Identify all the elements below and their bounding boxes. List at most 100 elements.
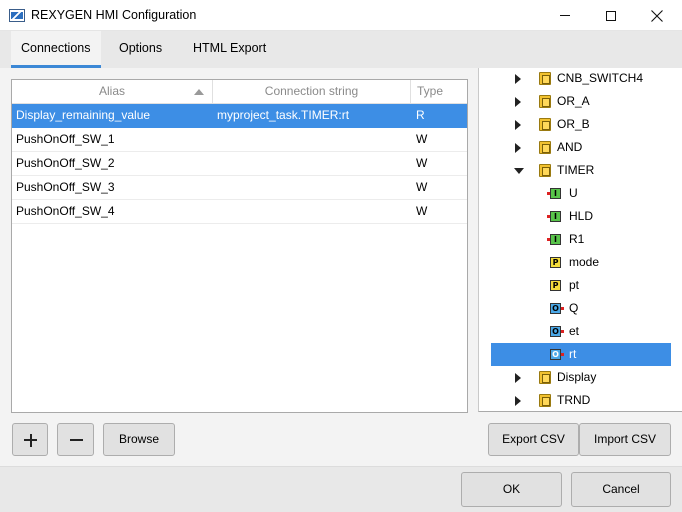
input-pin-icon: I (547, 234, 561, 245)
tab-html-export[interactable]: HTML Export (183, 31, 276, 68)
tab-options[interactable]: Options (109, 31, 172, 68)
sort-ascending-icon (194, 89, 204, 95)
tree-item[interactable]: OR_A (491, 90, 671, 113)
expand-arrow-icon[interactable] (515, 74, 521, 84)
close-button[interactable] (634, 0, 680, 31)
tree-item[interactable]: I R1 (491, 228, 671, 251)
add-connection-button[interactable] (12, 423, 48, 456)
tree-item-selected[interactable]: O rt (491, 343, 671, 366)
app-logo-icon (9, 9, 25, 22)
cell-connection (217, 200, 409, 223)
ok-button[interactable]: OK (461, 472, 562, 507)
expand-arrow-icon[interactable] (515, 97, 521, 107)
table-row[interactable]: PushOnOff_SW_2 W (12, 152, 467, 176)
function-block-icon (539, 95, 551, 108)
tree-item-label: OR_A (557, 94, 590, 108)
dialog-footer: OK Cancel (0, 466, 682, 512)
tree-item[interactable]: TRND (491, 389, 671, 411)
browse-button[interactable]: Browse (103, 423, 175, 456)
column-header-alias[interactable]: Alias (12, 80, 213, 104)
remove-connection-button[interactable] (57, 423, 94, 456)
cell-type: W (416, 180, 428, 194)
tree-item-label: R1 (569, 232, 585, 246)
cell-alias: PushOnOff_SW_3 (16, 180, 115, 194)
tree-item-label: rt (569, 347, 577, 361)
table-header: Alias Connection string Type (12, 80, 467, 104)
window-title: REXYGEN HMI Configuration (31, 8, 197, 22)
expand-arrow-icon[interactable] (515, 120, 521, 130)
cell-alias: PushOnOff_SW_4 (16, 204, 115, 218)
close-icon (651, 9, 663, 22)
tree-item-label: TIMER (557, 163, 595, 177)
tree-item[interactable]: Display (491, 366, 671, 389)
maximize-button[interactable] (588, 0, 634, 31)
tree-item-label: mode (569, 255, 600, 269)
tree-item-label: CNB_SWITCH4 (557, 71, 644, 85)
expand-arrow-icon[interactable] (515, 143, 521, 153)
tree-item[interactable]: P pt (491, 274, 671, 297)
column-header-connection[interactable]: Connection string (213, 80, 411, 104)
minimize-icon (560, 15, 570, 16)
cell-alias: PushOnOff_SW_1 (16, 132, 115, 146)
plus-icon (24, 433, 37, 447)
tree-item[interactable]: O Q (491, 297, 671, 320)
export-csv-button[interactable]: Export CSV (488, 423, 579, 456)
tree-item[interactable]: AND (491, 136, 671, 159)
tree-item-label: pt (569, 278, 580, 292)
input-pin-icon: I (547, 211, 561, 222)
table-row[interactable]: PushOnOff_SW_1 W (12, 128, 467, 152)
parameter-pin-icon: P (550, 257, 561, 268)
function-block-icon (539, 371, 551, 384)
function-block-icon (539, 164, 551, 177)
expand-arrow-icon[interactable] (515, 373, 521, 383)
cell-type: R (416, 108, 425, 122)
cell-type: W (416, 132, 428, 146)
table-row[interactable]: Display_remaining_value myproject_task.T… (12, 104, 467, 128)
cell-type: W (416, 156, 428, 170)
tree-item[interactable]: TIMER (491, 159, 671, 182)
tree-item[interactable]: O et (491, 320, 671, 343)
tree-item[interactable]: CNB_SWITCH4 (491, 68, 671, 90)
tree-item-label: TRND (557, 393, 591, 407)
cell-connection (217, 176, 409, 199)
minimize-button[interactable] (542, 0, 588, 31)
parameter-pin-icon: P (550, 280, 561, 291)
output-pin-icon: O (550, 303, 564, 314)
column-header-type[interactable]: Type (411, 80, 467, 104)
tree-item[interactable]: P mode (491, 251, 671, 274)
table-row[interactable]: PushOnOff_SW_3 W (12, 176, 467, 200)
function-block-icon (539, 141, 551, 154)
tree-item-label: AND (557, 140, 583, 154)
output-pin-icon: O (550, 326, 564, 337)
column-header-alias-label: Alias (98, 84, 125, 98)
cancel-button[interactable]: Cancel (571, 472, 671, 507)
connections-table[interactable]: Alias Connection string Type Display_rem… (11, 79, 468, 413)
block-tree[interactable]: CNB_SWITCH4 OR_A OR_B AND TIMER I U I HL… (478, 68, 682, 412)
tree-item-label: HLD (569, 209, 594, 223)
maximize-icon (606, 10, 616, 21)
table-row[interactable]: PushOnOff_SW_4 W (12, 200, 467, 224)
tree-item[interactable]: OR_B (491, 113, 671, 136)
tab-connections[interactable]: Connections (11, 31, 101, 68)
tree-item[interactable]: I HLD (491, 205, 671, 228)
tab-bar: Connections Options HTML Export (0, 31, 682, 68)
connections-panel: Alias Connection string Type Display_rem… (0, 68, 682, 466)
cell-connection: myproject_task.TIMER:rt (217, 108, 350, 122)
function-block-icon (539, 72, 551, 85)
cell-type: W (416, 204, 428, 218)
tree-item-label: U (569, 186, 578, 200)
tree-item-label: et (569, 324, 580, 338)
collapse-arrow-icon[interactable] (514, 168, 524, 174)
tree-item-label: OR_B (557, 117, 590, 131)
minus-icon (70, 439, 83, 441)
tree-item[interactable]: I U (491, 182, 671, 205)
output-pin-icon: O (550, 349, 564, 360)
input-pin-icon: I (547, 188, 561, 199)
cell-connection (217, 128, 409, 151)
expand-arrow-icon[interactable] (515, 396, 521, 406)
tree-item-label: Q (569, 301, 579, 315)
function-block-icon (539, 394, 551, 407)
cell-alias: PushOnOff_SW_2 (16, 156, 115, 170)
import-csv-button[interactable]: Import CSV (579, 423, 671, 456)
cell-connection (217, 152, 409, 175)
